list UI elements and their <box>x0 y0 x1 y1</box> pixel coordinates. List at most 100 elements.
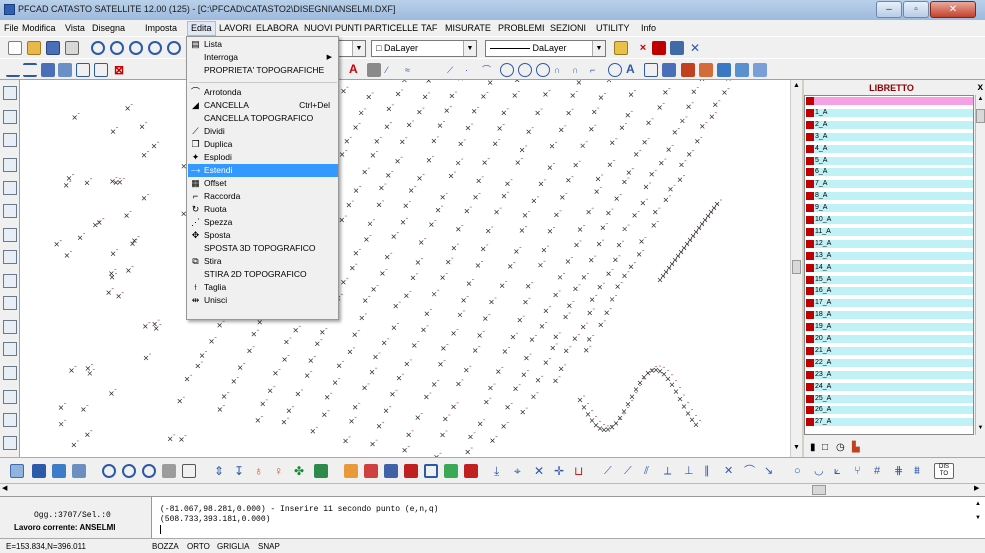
toggle-snap[interactable]: SNAP <box>258 542 280 551</box>
libretto-row[interactable]: 19_A <box>805 323 973 332</box>
arc2-tool-icon[interactable]: ◡ <box>814 464 828 478</box>
grid-table-icon[interactable] <box>182 464 196 478</box>
toggle-bozza[interactable]: BOZZA <box>152 542 179 551</box>
ortho-image-icon[interactable] <box>753 63 767 77</box>
link-icon[interactable]: ⊔ <box>574 464 588 478</box>
survey-icon[interactable] <box>10 464 24 478</box>
corner-tool-icon[interactable]: ⟀ <box>834 464 848 478</box>
zoom-out-icon[interactable] <box>110 41 124 55</box>
arc-continue-icon[interactable]: ⌐ <box>590 63 604 77</box>
menu-taf[interactable]: TAF <box>421 23 437 33</box>
menu-item-offset[interactable]: ▦ Offset <box>188 177 338 190</box>
toggle-orto[interactable]: ORTO <box>187 542 210 551</box>
point-icon[interactable] <box>58 63 72 77</box>
menu-nuovi-punti[interactable]: NUOVI PUNTI <box>304 23 362 33</box>
spline-icon[interactable]: ≈ <box>405 63 419 77</box>
libretto-square-icon[interactable]: □ <box>822 442 828 453</box>
menu-item-stira-2d-topografico[interactable]: STIRA 2D TOPOGRAFICO <box>188 268 338 281</box>
measure-icon[interactable] <box>3 366 17 380</box>
zoom-in-icon[interactable] <box>91 41 105 55</box>
canvas-horizontal-scrollbar[interactable]: ◀ ▶ <box>0 483 985 496</box>
polygon-icon[interactable] <box>3 274 17 288</box>
menu-item-taglia[interactable]: ⟊ Taglia <box>188 281 338 294</box>
libretto-row[interactable]: 21_A <box>805 346 973 355</box>
command-input[interactable] <box>160 525 161 534</box>
text-tool-icon[interactable]: A <box>349 62 363 76</box>
cross-icon[interactable]: ✕ <box>534 464 548 478</box>
scroll-thumb[interactable] <box>976 109 985 123</box>
cross-plus-icon[interactable]: ✛ <box>554 464 568 478</box>
parcel-edit-icon[interactable] <box>364 464 378 478</box>
vertical-arrow-icon[interactable]: ⇕ <box>214 464 228 478</box>
dot-icon[interactable]: · <box>465 63 479 77</box>
zoom-point-icon[interactable] <box>122 464 136 478</box>
libretto-row[interactable]: 13_A <box>805 251 973 260</box>
libretto-row[interactable]: 7_A <box>805 180 973 189</box>
open-folder-icon[interactable] <box>27 41 41 55</box>
minimize-button[interactable]: – <box>876 1 902 18</box>
down-arrow-icon[interactable]: ↧ <box>234 464 248 478</box>
region-icon[interactable] <box>644 63 658 77</box>
bend-tool-icon[interactable]: ↘ <box>764 464 778 478</box>
libretto-row[interactable]: 18_A <box>805 311 973 320</box>
dis-to-icon[interactable]: DIS TO <box>934 463 954 479</box>
print-preview-icon[interactable] <box>3 250 17 264</box>
scroll-thumb[interactable] <box>792 260 801 274</box>
libretto-row[interactable]: 4_A <box>805 144 973 153</box>
zoom-previous-icon[interactable] <box>167 41 181 55</box>
area-delete-icon[interactable] <box>464 464 478 478</box>
save-icon[interactable] <box>46 41 60 55</box>
rectangle-icon[interactable] <box>76 63 90 77</box>
menu-disegna[interactable]: Disegna <box>92 23 125 33</box>
menu-modifica[interactable]: Modifica <box>22 23 56 33</box>
new-file-icon[interactable] <box>8 41 22 55</box>
libretto-row[interactable]: 9_A <box>805 204 973 213</box>
menu-item-unisci[interactable]: ⇹ Unisci <box>188 294 338 307</box>
circle-2pt-icon[interactable] <box>518 63 532 77</box>
attribute-icon[interactable] <box>699 63 713 77</box>
scroll-right-icon[interactable]: ▶ <box>974 484 979 492</box>
chart-icon[interactable] <box>3 413 17 427</box>
hscroll-thumb[interactable] <box>812 485 826 495</box>
menu-sezioni[interactable]: SEZIONI <box>550 23 586 33</box>
libretto-row[interactable]: AUTO <box>805 97 973 105</box>
fork-tool-icon[interactable]: ⑂ <box>854 464 868 478</box>
menu-utility[interactable]: UTILITY <box>596 23 630 33</box>
menu-item-stira[interactable]: ⧉ Stira <box>188 255 338 268</box>
menu-edita[interactable]: Edita <box>187 21 216 36</box>
parallel-lines-icon[interactable] <box>23 63 37 77</box>
libretto-row[interactable]: 16_A <box>805 287 973 296</box>
close-x-icon[interactable]: × <box>636 41 650 55</box>
calc-icon[interactable] <box>162 464 176 478</box>
menu-item-cancella[interactable]: ◢ CANCELLA Ctrl+Del <box>188 99 338 112</box>
pointer-icon[interactable] <box>3 133 17 147</box>
libretto-scrollbar[interactable]: ▲ ▼ <box>975 95 985 435</box>
circle-3pt-icon[interactable] <box>536 63 550 77</box>
libretto-open-icon[interactable] <box>72 464 86 478</box>
scroll-up-icon[interactable]: ▲ <box>975 501 981 507</box>
toggle-griglia[interactable]: GRIGLIA <box>217 542 249 551</box>
libretto-row[interactable]: 10_A <box>805 216 973 224</box>
circle-tool-icon[interactable]: ○ <box>794 464 808 478</box>
scroll-down-icon[interactable]: ▼ <box>976 425 985 431</box>
frame-icon[interactable] <box>3 296 17 310</box>
arc-tool-icon[interactable]: ⌒ <box>744 464 758 478</box>
arc-center-icon[interactable]: ∩ <box>572 63 586 77</box>
menu-item-raccorda[interactable]: ⌐ Raccorda <box>188 190 338 203</box>
hash2-tool-icon[interactable]: ⋕ <box>894 464 908 478</box>
libretto-row[interactable]: 17_A <box>805 299 973 308</box>
map-icon[interactable] <box>3 320 17 334</box>
menu-item-arrotonda[interactable]: ⌒ Arrotonda <box>188 86 338 99</box>
zoom-extents-icon[interactable] <box>148 41 162 55</box>
ascii-icon[interactable] <box>3 158 17 172</box>
maximize-button[interactable]: ▫ <box>903 1 929 18</box>
menu-problemi[interactable]: PROBLEMI <box>498 23 545 33</box>
libretto-row[interactable]: 11_A <box>805 227 973 236</box>
dimension-icon[interactable] <box>6 63 20 77</box>
menu-file[interactable]: File <box>4 23 19 33</box>
block-icon[interactable] <box>41 63 55 77</box>
tangent-tool-icon[interactable]: ⟂ <box>664 464 678 478</box>
stat-tool-icon[interactable]: ⩩ <box>914 464 928 478</box>
menu-item-ruota[interactable]: ↻ Ruota <box>188 203 338 216</box>
polyline-tool-icon[interactable]: ⟋ <box>604 464 618 478</box>
